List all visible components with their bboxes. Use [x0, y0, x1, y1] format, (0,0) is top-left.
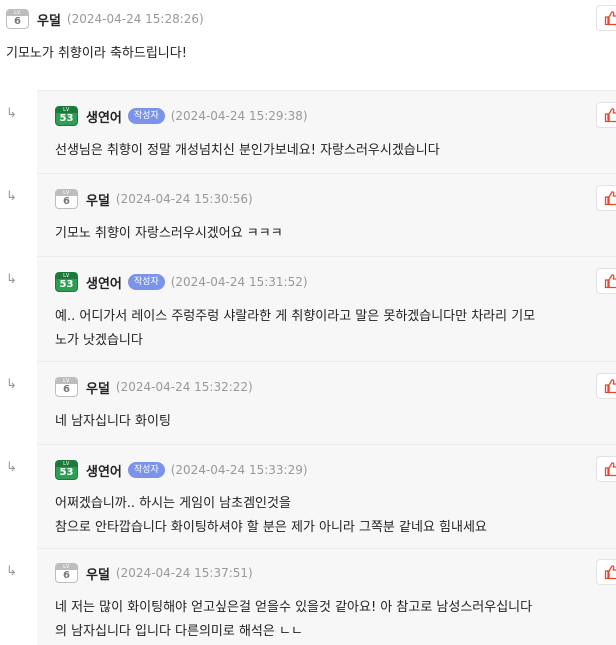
level-badge-icon: LV 53: [55, 272, 78, 292]
level-badge-icon: LV 6: [55, 563, 78, 583]
thumbs-up-icon: [604, 462, 616, 477]
nickname[interactable]: 우덜: [86, 378, 110, 397]
level-badge-icon: LV 6: [55, 189, 78, 209]
reply-timestamp: (2024-04-24 15:30:56): [115, 192, 253, 206]
like-button[interactable]: [596, 5, 616, 31]
reply-arrow-icon: ↳: [6, 460, 17, 475]
reply-box: LV 6 우덜 (2024-04-24 15:30:56) 기모노 취향이 자랑…: [37, 173, 616, 256]
reply-timestamp: (2024-04-24 15:29:38): [170, 109, 308, 123]
like-button[interactable]: [596, 559, 616, 585]
reply-header: LV 53 생연어 작성자 (2024-04-24 15:33:29): [55, 460, 308, 480]
nickname[interactable]: 우덜: [86, 190, 110, 209]
author-badge: 작성자: [127, 108, 165, 124]
reply-timestamp: (2024-04-24 15:37:51): [115, 566, 253, 580]
reply-text: 기모노 취향이 자랑스러우시겠어요 ㅋㅋㅋ: [55, 226, 283, 241]
nickname[interactable]: 우덜: [86, 564, 110, 583]
nickname[interactable]: 생연어: [86, 273, 122, 292]
reply-arrow-icon: ↳: [6, 272, 17, 287]
reply-box: LV 53 생연어 작성자 (2024-04-24 15:31:52) 예.. …: [37, 256, 616, 361]
reply-item: ↳ LV 53 생연어 작성자 (2024-04-24 15:33:29) 어쩌…: [0, 444, 616, 548]
reply-text: 어쩌겠습니까.. 하시는 게임이 남초겜인것을 참으로 안타깝습니다 화이팅하셔…: [55, 496, 487, 535]
like-button[interactable]: [596, 456, 616, 482]
author-badge: 작성자: [127, 462, 165, 478]
reply-header: LV 6 우덜 (2024-04-24 15:30:56): [55, 189, 253, 209]
thumbs-up-icon: [604, 274, 616, 289]
reply-text: 네 남자십니다 화이팅: [55, 414, 171, 429]
thumbs-up-icon: [604, 191, 616, 206]
reply-header: LV 53 생연어 작성자 (2024-04-24 15:29:38): [55, 106, 308, 126]
like-button[interactable]: [596, 268, 616, 294]
level-badge-icon: LV 53: [55, 106, 78, 126]
reply-box: LV 6 우덜 (2024-04-24 15:32:22) 네 남자십니다 화이…: [37, 361, 616, 444]
comment-text: 기모노가 취향이라 축하드립니다!: [6, 46, 187, 61]
reply-arrow-icon: ↳: [6, 106, 17, 121]
nickname[interactable]: 생연어: [86, 107, 122, 126]
thumbs-up-icon: [604, 11, 616, 26]
nickname[interactable]: 생연어: [86, 461, 122, 480]
reply-header: LV 53 생연어 작성자 (2024-04-24 15:31:52): [55, 272, 308, 292]
reply-item: ↳ LV 53 생연어 작성자 (2024-04-24 15:29:38) 선생…: [0, 90, 616, 173]
comment-item: LV 6 우덜 (2024-04-24 15:28:26) 기모노가 취향이라 …: [0, 0, 616, 90]
reply-arrow-icon: ↳: [6, 377, 17, 392]
reply-timestamp: (2024-04-24 15:32:22): [115, 380, 253, 394]
level-badge-icon: LV 53: [55, 460, 78, 480]
level-badge-icon: LV 6: [6, 9, 29, 29]
reply-item: ↳ LV 6 우덜 (2024-04-24 15:32:22) 네 남자십니다 …: [0, 361, 616, 444]
nickname[interactable]: 우덜: [37, 10, 61, 29]
reply-arrow-icon: ↳: [6, 564, 17, 579]
reply-box: LV 53 생연어 작성자 (2024-04-24 15:29:38) 선생님은…: [37, 90, 616, 173]
reply-item: ↳ LV 6 우덜 (2024-04-24 15:37:51) 네 저는 많이 …: [0, 548, 616, 645]
reply-header: LV 6 우덜 (2024-04-24 15:32:22): [55, 377, 253, 397]
reply-text: 선생님은 취향이 정말 개성넘치신 분인가보네요! 자랑스러우시겠습니다: [55, 143, 440, 158]
thumbs-up-icon: [604, 379, 616, 394]
reply-box: LV 53 생연어 작성자 (2024-04-24 15:33:29) 어쩌겠습…: [37, 444, 616, 548]
reply-text: 예.. 어디가서 레이스 주렁주렁 샤랄라한 게 취향이라고 말은 못하겠습니다…: [55, 309, 536, 348]
comment-timestamp: (2024-04-24 15:28:26): [66, 12, 204, 26]
like-button[interactable]: [596, 373, 616, 399]
reply-text: 네 저는 많이 화이팅해야 얻고싶은걸 얻을수 있을것 같아요! 아 참고로 남…: [55, 600, 533, 639]
reply-timestamp: (2024-04-24 15:31:52): [170, 275, 308, 289]
like-button[interactable]: [596, 102, 616, 128]
thumbs-up-icon: [604, 565, 616, 580]
reply-item: ↳ LV 53 생연어 작성자 (2024-04-24 15:31:52) 예.…: [0, 256, 616, 361]
reply-arrow-icon: ↳: [6, 189, 17, 204]
reply-timestamp: (2024-04-24 15:33:29): [170, 463, 308, 477]
reply-header: LV 6 우덜 (2024-04-24 15:37:51): [55, 563, 253, 583]
level-badge-icon: LV 6: [55, 377, 78, 397]
like-button[interactable]: [596, 185, 616, 211]
comment-header: LV 6 우덜 (2024-04-24 15:28:26): [6, 9, 204, 29]
thumbs-up-icon: [604, 108, 616, 123]
reply-item: ↳ LV 6 우덜 (2024-04-24 15:30:56) 기모노 취향이 …: [0, 173, 616, 256]
reply-box: LV 6 우덜 (2024-04-24 15:37:51) 네 저는 많이 화이…: [37, 548, 616, 645]
author-badge: 작성자: [127, 274, 165, 290]
